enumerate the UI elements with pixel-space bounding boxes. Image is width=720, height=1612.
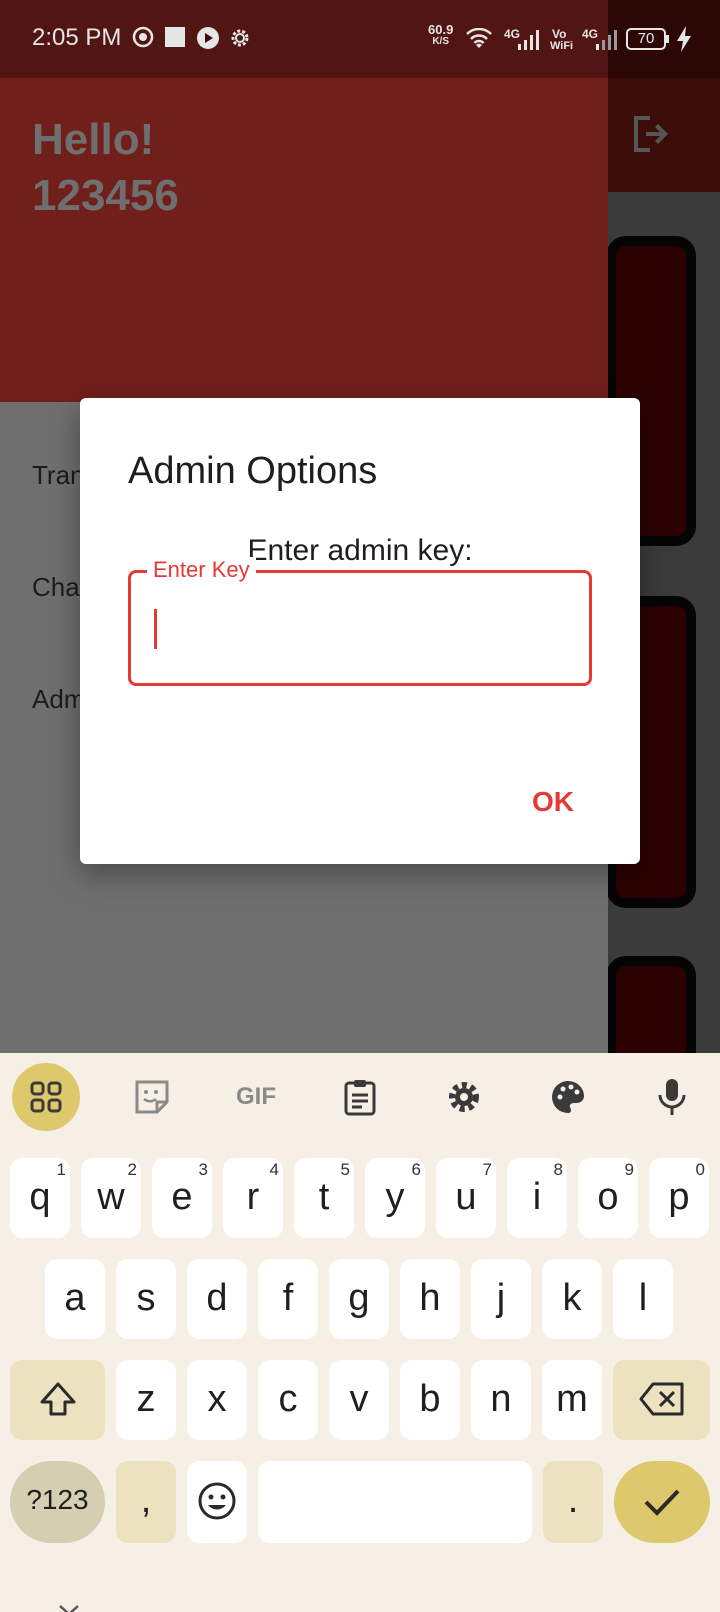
key-y[interactable]: y6: [365, 1158, 425, 1238]
battery-icon: 70: [626, 28, 666, 50]
key-h[interactable]: h: [400, 1259, 460, 1339]
key-t[interactable]: t5: [294, 1158, 354, 1238]
stop-icon: [164, 26, 186, 53]
key-hint: 4: [269, 1160, 279, 1179]
key-label: y: [385, 1176, 405, 1218]
symbols-key[interactable]: ?123: [10, 1461, 105, 1543]
drawer-item-change[interactable]: Cha: [32, 572, 80, 603]
key-e[interactable]: e3: [152, 1158, 212, 1238]
key-j[interactable]: j: [471, 1259, 531, 1339]
signal-icon: [518, 30, 540, 55]
key-hint: 9: [624, 1160, 634, 1179]
key-q[interactable]: q1: [10, 1158, 70, 1238]
key-label: q: [29, 1176, 51, 1218]
network-speed-unit: K/S: [432, 36, 449, 47]
admin-key-label: Enter Key: [147, 557, 256, 583]
signal-icon-sim2: [596, 30, 618, 55]
emoji-key[interactable]: [187, 1461, 247, 1543]
key-i[interactable]: i8: [507, 1158, 567, 1238]
key-a[interactable]: a: [45, 1259, 105, 1339]
microphone-icon[interactable]: [638, 1063, 706, 1131]
shift-key[interactable]: [10, 1360, 105, 1440]
palette-icon[interactable]: [534, 1063, 602, 1131]
drawer-item-transactions[interactable]: Tran: [32, 460, 85, 491]
key-g[interactable]: g: [329, 1259, 389, 1339]
checkmark-icon: [644, 1489, 680, 1516]
key-label: t: [318, 1176, 330, 1218]
charging-icon: [676, 26, 692, 57]
key-c[interactable]: c: [258, 1360, 318, 1440]
key-label: u: [455, 1176, 477, 1218]
admin-key-input[interactable]: [151, 603, 571, 653]
key-u[interactable]: u7: [436, 1158, 496, 1238]
key-o[interactable]: o9: [578, 1158, 638, 1238]
clock: 2:05 PM: [32, 24, 122, 51]
status-bar: 2:05 PM 60.9 K/S 4G Vo WiFi 4G 70: [0, 0, 720, 78]
key-hint: 5: [340, 1160, 350, 1179]
record-icon: [132, 26, 154, 53]
media-icon: [196, 26, 220, 55]
key-hint: 7: [482, 1160, 492, 1179]
collapse-keyboard-icon[interactable]: [58, 1596, 80, 1612]
dialog-title: Admin Options: [128, 450, 378, 492]
soft-keyboard: GIF q1 w2 e3 r4 t5 y6 u7 i8 o9 p0 a s d …: [0, 1053, 720, 1612]
apps-grid-icon[interactable]: [12, 1063, 80, 1131]
key-x[interactable]: x: [187, 1360, 247, 1440]
key-p[interactable]: p0: [649, 1158, 709, 1238]
ok-button[interactable]: OK: [532, 786, 574, 818]
comma-key[interactable]: ,: [116, 1461, 176, 1543]
key-b[interactable]: b: [400, 1360, 460, 1440]
key-s[interactable]: s: [116, 1259, 176, 1339]
period-key[interactable]: .: [543, 1461, 603, 1543]
key-label: r: [246, 1176, 260, 1218]
battery-tip: [666, 35, 669, 43]
user-id: 123456: [32, 171, 179, 220]
key-label: o: [597, 1176, 619, 1218]
key-label: e: [171, 1176, 193, 1218]
network-speed: 60.9 K/S: [428, 22, 454, 48]
key-label: p: [668, 1176, 690, 1218]
text-cursor: [154, 609, 157, 649]
key-v[interactable]: v: [329, 1360, 389, 1440]
key-f[interactable]: f: [258, 1259, 318, 1339]
space-key[interactable]: [258, 1461, 532, 1543]
key-d[interactable]: d: [187, 1259, 247, 1339]
key-hint: 1: [56, 1160, 66, 1179]
wifi-icon: [466, 27, 492, 55]
key-label: i: [532, 1176, 542, 1218]
vowifi-label: WiFi: [550, 40, 574, 52]
volte-label: Vo: [552, 27, 567, 41]
network-speed-value: 60.9: [428, 22, 454, 37]
settings-icon: [228, 26, 252, 55]
greeting: Hello! 123456: [32, 112, 179, 224]
key-r[interactable]: r4: [223, 1158, 283, 1238]
done-key[interactable]: [614, 1461, 710, 1543]
key-m[interactable]: m: [542, 1360, 602, 1440]
backspace-key[interactable]: [613, 1360, 710, 1440]
admin-key-field[interactable]: Enter Key: [128, 557, 592, 686]
key-hint: 8: [553, 1160, 563, 1179]
logout-icon[interactable]: [628, 112, 672, 156]
key-n[interactable]: n: [471, 1360, 531, 1440]
key-hint: 0: [695, 1160, 705, 1179]
gif-label: GIF: [236, 1083, 276, 1110]
gear-icon[interactable]: [430, 1063, 498, 1131]
key-hint: 2: [127, 1160, 137, 1179]
emoji-icon: [198, 1482, 236, 1520]
key-label: w: [97, 1176, 125, 1218]
shift-icon: [40, 1382, 75, 1416]
key-z[interactable]: z: [116, 1360, 176, 1440]
key-w[interactable]: w2: [81, 1158, 141, 1238]
backspace-icon: [639, 1382, 683, 1416]
drawer-item-admin[interactable]: Adm: [32, 684, 85, 715]
key-hint: 3: [198, 1160, 208, 1179]
clipboard-icon[interactable]: [326, 1063, 394, 1131]
key-k[interactable]: k: [542, 1259, 602, 1339]
sticker-icon[interactable]: [118, 1063, 186, 1131]
greeting-line: Hello!: [32, 115, 155, 164]
key-l[interactable]: l: [613, 1259, 673, 1339]
gif-button[interactable]: GIF: [222, 1063, 290, 1131]
admin-options-dialog: Admin Options Enter admin key: Enter Key…: [80, 398, 640, 864]
key-hint: 6: [411, 1160, 421, 1179]
